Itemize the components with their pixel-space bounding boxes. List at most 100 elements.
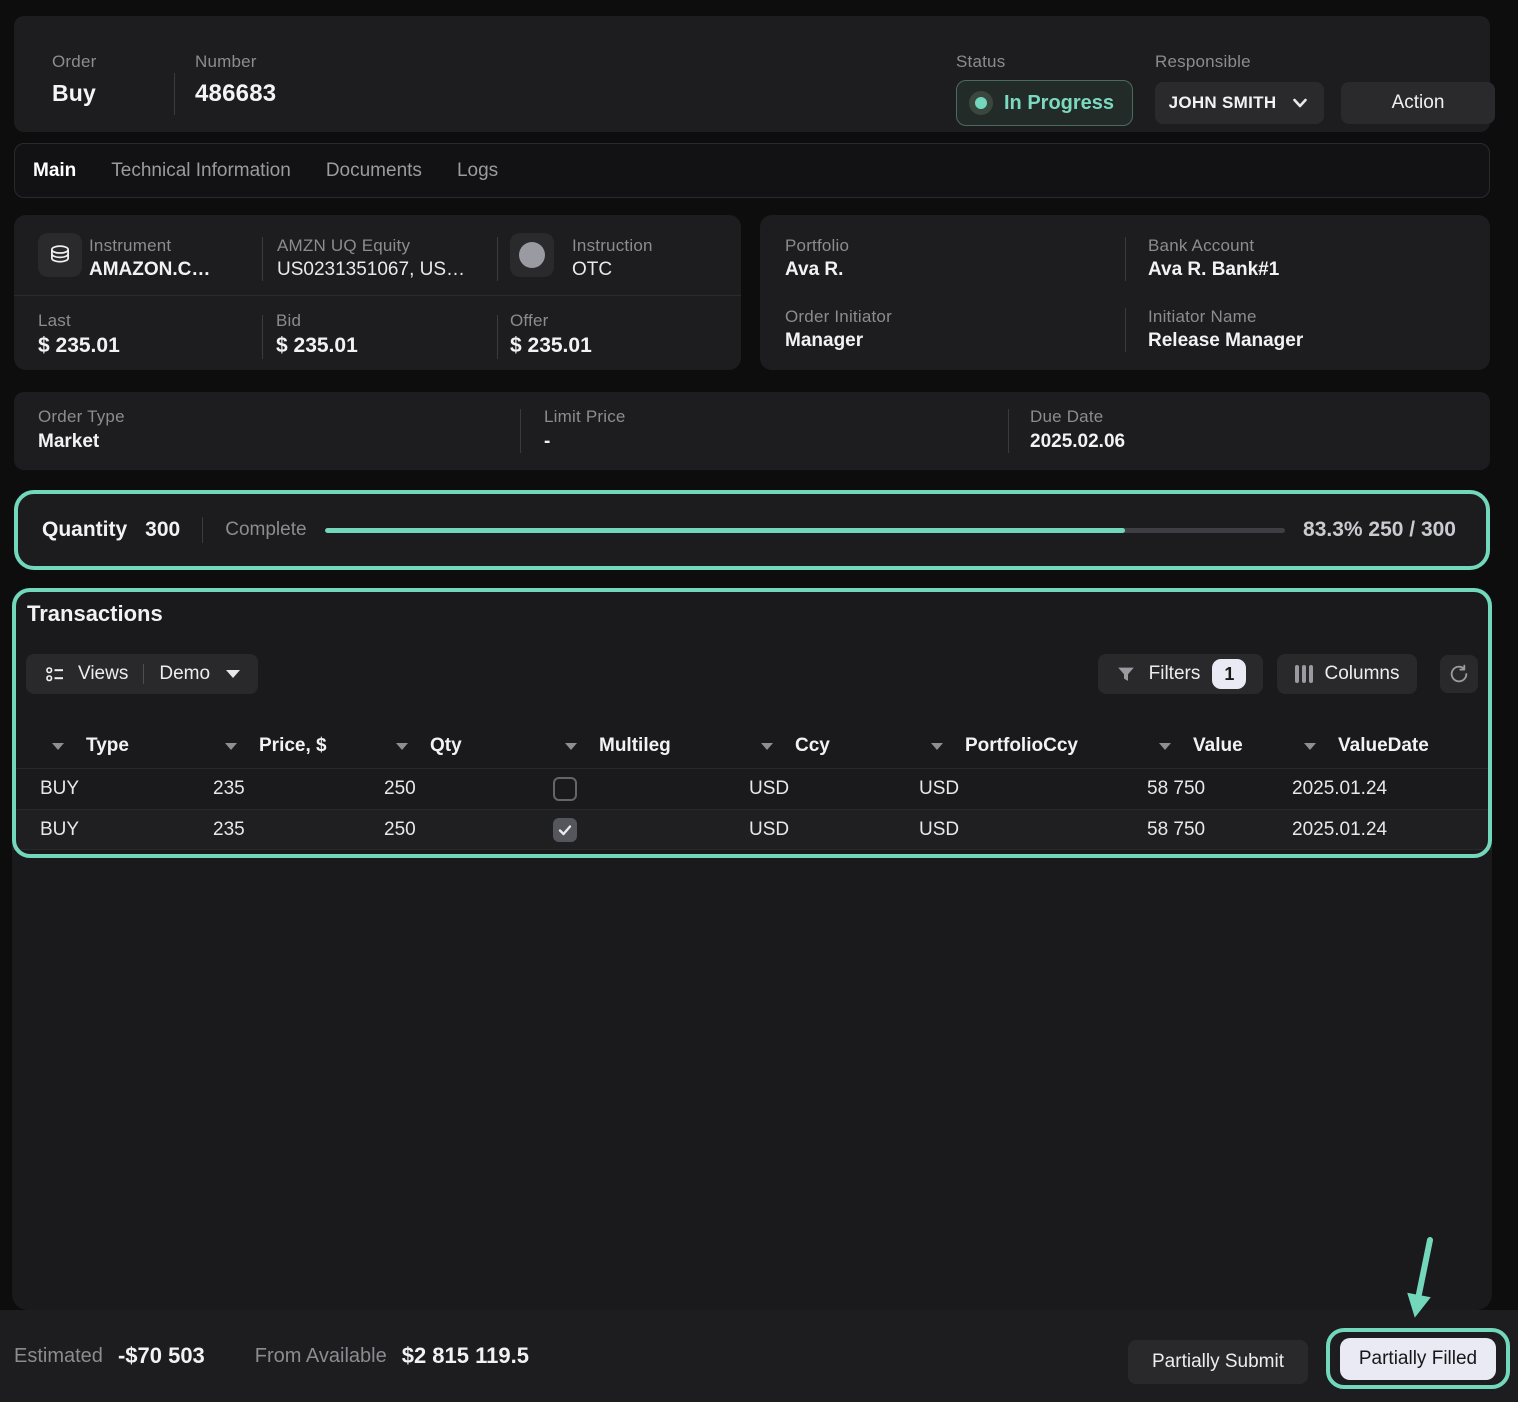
filter-funnel-icon [1115,663,1137,685]
card-divider [1125,308,1126,352]
column-header-label: Value [1193,735,1243,757]
cell-valuedate: 2025.01.24 [1292,819,1492,841]
chevron-down-icon [1290,93,1310,113]
multileg-checkbox[interactable] [553,777,577,801]
column-header-label: ValueDate [1338,735,1429,757]
cell-price: 235 [213,819,384,841]
bid-price-label: Bid [276,311,301,331]
views-label: Views [78,663,128,685]
column-header-type[interactable]: Type [12,735,213,757]
listing-label: AMZN UQ Equity [277,236,410,256]
column-header-label: Price, $ [259,735,327,757]
limit-price-label: Limit Price [544,407,626,427]
initiator-name-label: Initiator Name [1148,307,1257,327]
complete-label: Complete [225,519,306,541]
quantity-progress-text: 83.3% 250 / 300 [1303,518,1456,542]
column-header-label: PortfolioCcy [965,735,1078,757]
cell-type: BUY [12,819,213,841]
sort-caret-icon[interactable] [396,743,408,750]
columns-button[interactable]: Columns [1277,654,1417,694]
estimated-label: Estimated [14,1345,103,1368]
views-dropdown[interactable]: Views Demo [26,654,258,694]
instruction-label: Instruction [572,236,653,256]
transactions-title: Transactions [27,601,163,627]
views-list-icon [44,663,66,685]
check-icon [556,821,574,839]
status-dot-icon [969,91,993,115]
column-header-label: Ccy [795,735,830,757]
sort-caret-icon[interactable] [1159,743,1171,750]
last-price-value: $ 235.01 [38,334,120,358]
estimated-value: -$70 503 [118,1343,205,1369]
due-date-value: 2025.02.06 [1030,431,1125,453]
footer-bar: Estimated -$70 503 From Available $2 815… [0,1310,1518,1402]
order-page: Order Buy Number 486683 Status In Progre… [0,0,1518,1402]
transaction-row[interactable]: BUY 235 250 USD USD 58 750 2025.01.24 [12,809,1492,850]
circle-icon [519,242,545,268]
cell-value: 58 750 [1147,819,1292,841]
cell-multileg [553,818,749,842]
column-header-value[interactable]: Value [1147,735,1292,757]
order-initiator-label: Order Initiator [785,307,892,327]
column-header-qty[interactable]: Qty [384,735,553,757]
order-number-value: 486683 [195,80,276,108]
instrument-value: AMAZON.C… [89,259,210,281]
filters-label: Filters [1149,663,1201,685]
card-divider [520,409,521,453]
tab-logs[interactable]: Logs [457,160,498,182]
refresh-icon [1448,663,1470,685]
order-number-label: Number [195,52,257,72]
sort-caret-icon[interactable] [931,743,943,750]
transaction-row[interactable]: BUY 235 250 USD USD 58 750 2025.01.24 [12,768,1492,809]
column-header-label: Multileg [599,735,671,757]
column-header-price[interactable]: Price, $ [213,735,384,757]
transactions-table-header: Type Price, $ Qty Multileg Ccy Portfolio… [12,724,1492,768]
tab-technical-information[interactable]: Technical Information [111,160,291,182]
responsible-label: Responsible [1155,52,1251,72]
order-type-label: Order Type [38,407,125,427]
partially-submit-button[interactable]: Partially Submit [1128,1340,1308,1384]
sort-caret-icon[interactable] [1304,743,1316,750]
cell-valuedate: 2025.01.24 [1292,778,1492,800]
action-button[interactable]: Action [1341,82,1495,124]
cell-qty: 250 [384,819,553,841]
tab-documents[interactable]: Documents [326,160,422,182]
status-label: Status [956,52,1005,72]
cell-portfolioccy: USD [919,819,1147,841]
column-header-valuedate[interactable]: ValueDate [1292,735,1492,757]
column-header-portfolioccy[interactable]: PortfolioCcy [919,735,1147,757]
instrument-label: Instrument [89,236,171,256]
responsible-dropdown[interactable]: JOHN SMITH [1155,82,1324,124]
card-divider [1008,409,1009,453]
instruction-value: OTC [572,259,612,281]
order-type-value: Market [38,431,99,453]
portfolio-label: Portfolio [785,236,849,256]
column-header-multileg[interactable]: Multileg [553,735,749,757]
card-divider [202,517,203,543]
bid-price-value: $ 235.01 [276,334,358,358]
cell-value: 58 750 [1147,778,1292,800]
card-divider [497,237,498,281]
sort-caret-icon[interactable] [52,743,64,750]
order-side-value: Buy [52,80,96,107]
partially-filled-button[interactable]: Partially Filled [1340,1338,1496,1380]
sort-caret-icon[interactable] [565,743,577,750]
cell-type: BUY [12,778,213,800]
current-view-name: Demo [159,663,210,685]
tab-main[interactable]: Main [33,160,76,182]
sort-caret-icon[interactable] [761,743,773,750]
offer-price-value: $ 235.01 [510,334,592,358]
card-divider [262,237,263,281]
multileg-checkbox[interactable] [553,818,577,842]
column-header-ccy[interactable]: Ccy [749,735,919,757]
portfolio-card: Portfolio Ava R. Bank Account Ava R. Ban… [760,215,1490,370]
instrument-card: Instrument AMAZON.C… AMZN UQ Equity US02… [14,215,741,370]
filters-button[interactable]: Filters 1 [1098,654,1263,694]
due-date-label: Due Date [1030,407,1103,427]
transactions-panel: Transactions Views Demo Filters 1 Column… [12,588,1492,1310]
sort-caret-icon[interactable] [225,743,237,750]
cell-price: 235 [213,778,384,800]
refresh-button[interactable] [1440,655,1478,693]
cell-ccy: USD [749,819,919,841]
order-header-card: Order Buy Number 486683 Status In Progre… [14,16,1490,132]
